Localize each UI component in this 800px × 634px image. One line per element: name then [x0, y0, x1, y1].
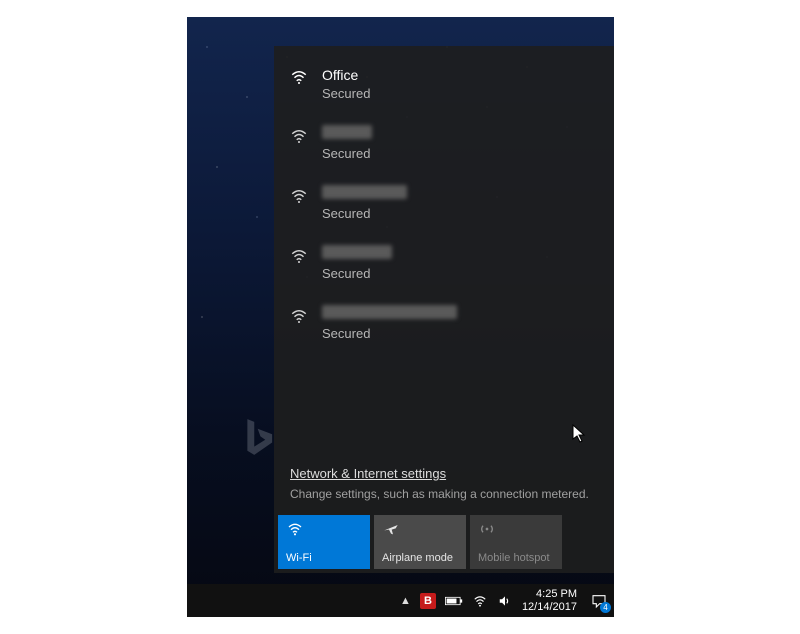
- network-status: Secured: [322, 86, 370, 101]
- taskbar: ▲ B: [187, 584, 614, 617]
- action-center-badge: 4: [600, 602, 611, 613]
- battery-icon[interactable]: [445, 595, 463, 607]
- wifi-icon: [290, 66, 312, 86]
- network-list: Office Secured Secured: [274, 46, 614, 353]
- wifi-icon: [290, 185, 312, 205]
- system-tray: ▲ B: [396, 588, 614, 614]
- clock-time: 4:25 PM: [522, 588, 577, 601]
- network-item[interactable]: Secured: [274, 293, 614, 353]
- wifi-icon: [290, 245, 312, 265]
- tile-label: Airplane mode: [382, 552, 458, 565]
- clock-date: 12/14/2017: [522, 601, 577, 614]
- network-settings-block: Network & Internet settings Change setti…: [290, 465, 598, 501]
- quick-action-row: Wi-Fi Airplane mode Mobi: [278, 515, 562, 569]
- network-name: Office: [322, 66, 370, 84]
- network-name-redacted: [322, 185, 407, 199]
- taskbar-clock[interactable]: 4:25 PM 12/14/2017: [522, 588, 579, 614]
- network-flyout: Office Secured Secured: [274, 46, 614, 573]
- network-name-redacted: [322, 305, 457, 319]
- tray-app-icon[interactable]: B: [420, 593, 436, 609]
- bing-logo: [235, 415, 279, 464]
- network-item[interactable]: Office Secured: [274, 54, 614, 113]
- network-name-redacted: [322, 125, 372, 139]
- wifi-icon: [290, 305, 312, 325]
- tile-label: Wi-Fi: [286, 552, 362, 565]
- network-item[interactable]: Secured: [274, 113, 614, 173]
- tile-label: Mobile hotspot: [478, 552, 554, 565]
- network-status: Secured: [322, 146, 372, 161]
- wifi-icon: [290, 125, 312, 145]
- network-status: Secured: [322, 266, 392, 281]
- airplane-icon: [382, 521, 458, 539]
- network-settings-link[interactable]: Network & Internet settings: [290, 466, 446, 481]
- network-item[interactable]: Secured: [274, 173, 614, 233]
- airplane-mode-tile[interactable]: Airplane mode: [374, 515, 466, 569]
- network-item[interactable]: Secured: [274, 233, 614, 293]
- mouse-cursor-icon: [572, 424, 586, 444]
- wifi-tile[interactable]: Wi-Fi: [278, 515, 370, 569]
- action-center-icon[interactable]: 4: [588, 590, 610, 612]
- network-tray-icon[interactable]: [472, 594, 488, 608]
- network-status: Secured: [322, 206, 407, 221]
- network-status: Secured: [322, 326, 457, 341]
- volume-icon[interactable]: [497, 594, 513, 608]
- screenshot-frame: Office Secured Secured: [187, 17, 614, 617]
- hotspot-icon: [478, 521, 554, 539]
- network-settings-desc: Change settings, such as making a connec…: [290, 487, 598, 501]
- network-name-redacted: [322, 245, 392, 259]
- wifi-icon: [286, 521, 362, 539]
- tray-overflow-icon[interactable]: ▲: [400, 595, 411, 607]
- mobile-hotspot-tile[interactable]: Mobile hotspot: [470, 515, 562, 569]
